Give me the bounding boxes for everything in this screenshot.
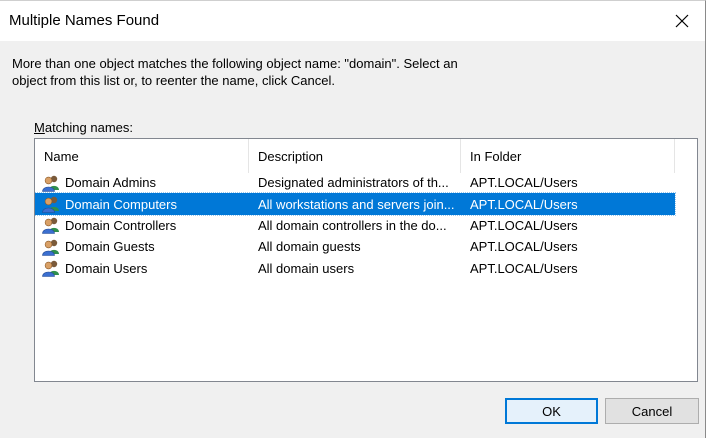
cell-name: Domain Guests bbox=[35, 238, 249, 256]
cell-name: Domain Computers bbox=[35, 195, 249, 213]
list-header: Name Description In Folder bbox=[35, 139, 675, 173]
row-name: Domain Controllers bbox=[65, 217, 177, 233]
cancel-button[interactable]: Cancel bbox=[605, 398, 699, 424]
cell-name: Domain Users bbox=[35, 259, 249, 278]
window-title: Multiple Names Found bbox=[9, 12, 160, 29]
list-row[interactable]: Domain Guests All domain guests APT.LOCAL/… bbox=[35, 236, 675, 257]
column-header-name[interactable]: Name bbox=[35, 139, 249, 173]
group-icon bbox=[41, 195, 61, 213]
row-description: All workstations and servers join... bbox=[258, 196, 455, 212]
row-description: All domain guests bbox=[258, 239, 361, 255]
row-folder: APT.LOCAL/Users bbox=[470, 217, 578, 233]
label-text: atching names: bbox=[44, 120, 134, 135]
row-folder: APT.LOCAL/Users bbox=[470, 175, 578, 191]
close-icon bbox=[675, 14, 689, 28]
instruction-message: More than one object matches the followi… bbox=[12, 55, 492, 89]
group-icon bbox=[41, 259, 61, 278]
instruction-line-2: object from this list or, to reenter the… bbox=[12, 73, 335, 88]
list-row[interactable]: Domain Computers All workstations and ser… bbox=[35, 192, 676, 216]
group-icon bbox=[41, 238, 61, 256]
row-folder: APT.LOCAL/Users bbox=[470, 239, 578, 255]
row-name: Domain Computers bbox=[65, 196, 177, 212]
row-folder: APT.LOCAL/Users bbox=[470, 196, 578, 212]
row-description: All domain users bbox=[258, 260, 355, 276]
list-rows: Domain Admins Designated administrators o… bbox=[35, 172, 697, 279]
list-row[interactable]: Domain Controllers All domain controllers… bbox=[35, 215, 675, 236]
row-description: All domain controllers in the do... bbox=[258, 217, 447, 233]
instruction-line-1: More than one object matches the followi… bbox=[12, 56, 458, 71]
row-folder: APT.LOCAL/Users bbox=[470, 260, 578, 276]
ok-button[interactable]: OK bbox=[505, 398, 598, 424]
cell-name: Domain Admins bbox=[35, 174, 249, 192]
list-row[interactable]: Domain Users All domain users APT.LOCAL/Us… bbox=[35, 258, 675, 279]
row-description: Designated administrators of th... bbox=[258, 175, 449, 191]
row-name: Domain Users bbox=[65, 260, 148, 276]
row-name: Domain Guests bbox=[65, 239, 155, 255]
cell-name: Domain Controllers bbox=[35, 216, 249, 235]
row-name: Domain Admins bbox=[65, 175, 157, 191]
column-header-in-folder[interactable]: In Folder bbox=[461, 139, 675, 173]
group-icon bbox=[41, 216, 61, 235]
label-accelerator: M bbox=[34, 120, 45, 135]
title-bar: Multiple Names Found bbox=[0, 1, 705, 41]
list-row[interactable]: Domain Admins Designated administrators o… bbox=[35, 172, 675, 193]
column-header-description[interactable]: Description bbox=[249, 139, 461, 173]
group-icon bbox=[41, 174, 61, 192]
matching-names-list[interactable]: Name Description In Folder Domain Admins… bbox=[34, 138, 698, 382]
multiple-names-found-dialog: Multiple Names Found More than one objec… bbox=[0, 0, 706, 438]
close-button[interactable] bbox=[659, 1, 705, 41]
matching-names-label: Matching names: bbox=[34, 120, 133, 135]
